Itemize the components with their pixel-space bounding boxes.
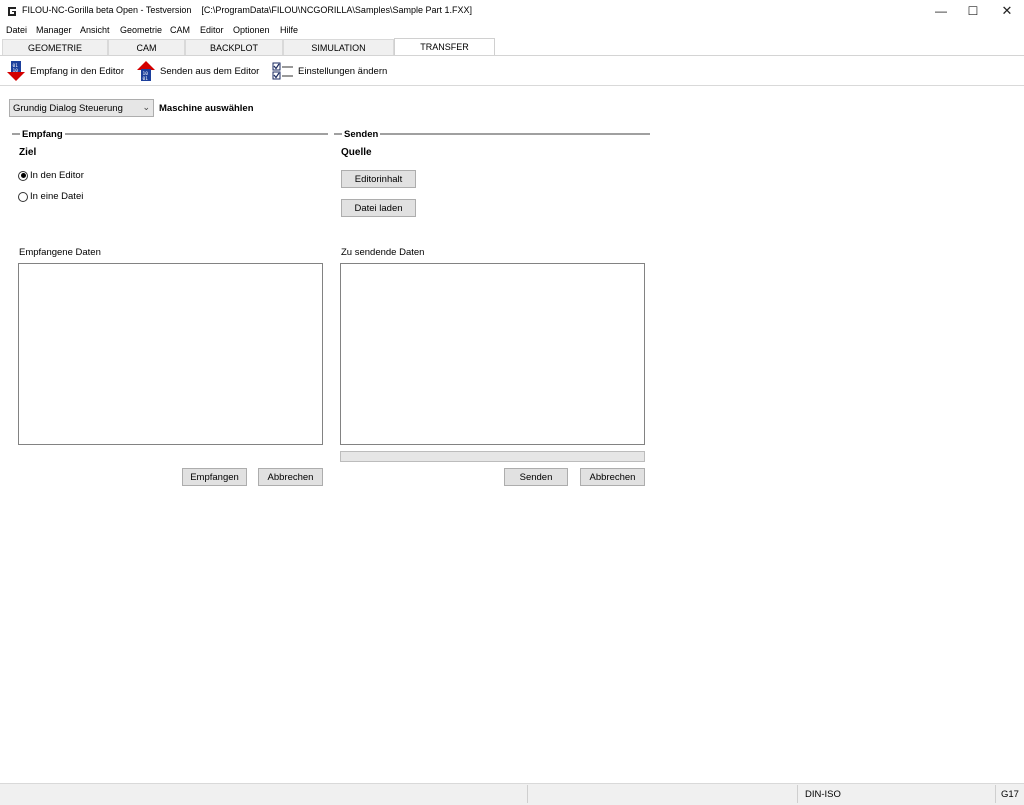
radio-checked-icon	[18, 170, 28, 181]
status-dialect: DIN-ISO	[805, 789, 841, 800]
status-separator	[797, 785, 798, 803]
status-separator	[527, 785, 528, 803]
receive-cancel-button[interactable]: Abbrechen	[258, 468, 323, 486]
checklist-icon	[272, 62, 293, 80]
receive-button[interactable]: Empfangen	[182, 468, 247, 486]
machine-select[interactable]: Grundig Dialog Steuerung ⌄	[9, 99, 154, 117]
tab-cam[interactable]: CAM	[108, 39, 185, 55]
arrow-up-binary-icon: 10 01	[137, 61, 155, 82]
radio-into-file[interactable]: In eine Datei	[18, 191, 83, 202]
send-progress-bar	[340, 451, 645, 462]
minimize-button[interactable]: —	[924, 0, 958, 22]
radio-unchecked-icon	[18, 191, 28, 202]
radio-into-editor[interactable]: In den Editor	[18, 170, 84, 181]
send-data-textarea[interactable]	[340, 263, 645, 445]
window-title: FILOU-NC-Gorilla beta Open - Testversion…	[22, 5, 472, 15]
menu-ansicht[interactable]: Ansicht	[80, 25, 110, 35]
close-button[interactable]: ✕	[990, 0, 1024, 22]
machine-label: Maschine auswählen	[159, 103, 254, 114]
received-data-label: Empfangene Daten	[19, 247, 101, 258]
maximize-button[interactable]: ☐	[956, 0, 990, 22]
status-plane-code: G17	[1001, 789, 1019, 800]
menu-hilfe[interactable]: Hilfe	[280, 25, 298, 35]
editor-content-button[interactable]: Editorinhalt	[341, 170, 416, 188]
radio-into-editor-label: In den Editor	[30, 170, 84, 181]
tab-backplot[interactable]: BACKPLOT	[185, 39, 283, 55]
send-group-title: Senden	[342, 129, 381, 140]
menu-editor[interactable]: Editor	[200, 25, 224, 35]
machine-select-value: Grundig Dialog Steuerung	[13, 102, 123, 114]
send-button[interactable]: Senden	[504, 468, 568, 486]
chevron-down-icon: ⌄	[142, 102, 150, 112]
tab-geometrie[interactable]: GEOMETRIE	[2, 39, 108, 55]
load-file-button[interactable]: Datei laden	[341, 199, 416, 217]
send-from-editor-button[interactable]: 10 01 Senden aus dem Editor	[137, 60, 259, 82]
menu-cam[interactable]: CAM	[170, 25, 190, 35]
arrow-down-binary-icon: 01 10	[7, 61, 25, 81]
svg-text:01: 01	[143, 76, 149, 82]
menu-geometrie[interactable]: Geometrie	[120, 25, 162, 35]
radio-into-file-label: In eine Datei	[30, 191, 84, 202]
menu-manager[interactable]: Manager	[36, 25, 72, 35]
change-settings-label: Einstellungen ändern	[298, 65, 388, 77]
receive-to-editor-button[interactable]: 01 10 Empfang in den Editor	[7, 60, 124, 82]
menu-datei[interactable]: Datei	[6, 25, 27, 35]
send-group-line	[334, 133, 650, 135]
send-cancel-button[interactable]: Abbrechen	[580, 468, 645, 486]
tab-transfer[interactable]: TRANSFER	[394, 38, 495, 55]
receive-target-label: Ziel	[19, 147, 37, 158]
change-settings-button[interactable]: Einstellungen ändern	[272, 60, 387, 82]
menu-optionen[interactable]: Optionen	[233, 25, 270, 35]
send-from-editor-label: Senden aus dem Editor	[160, 65, 260, 77]
status-bar	[0, 783, 1024, 805]
status-separator	[995, 785, 996, 803]
app-logo-icon	[8, 7, 16, 16]
send-data-label: Zu sendende Daten	[341, 247, 425, 258]
received-data-textarea[interactable]	[18, 263, 323, 445]
receive-to-editor-label: Empfang in den Editor	[30, 65, 125, 77]
tab-simulation[interactable]: SIMULATION	[283, 39, 394, 55]
send-source-label: Quelle	[341, 147, 372, 158]
svg-text:10: 10	[13, 68, 19, 74]
receive-group-title: Empfang	[20, 129, 65, 140]
